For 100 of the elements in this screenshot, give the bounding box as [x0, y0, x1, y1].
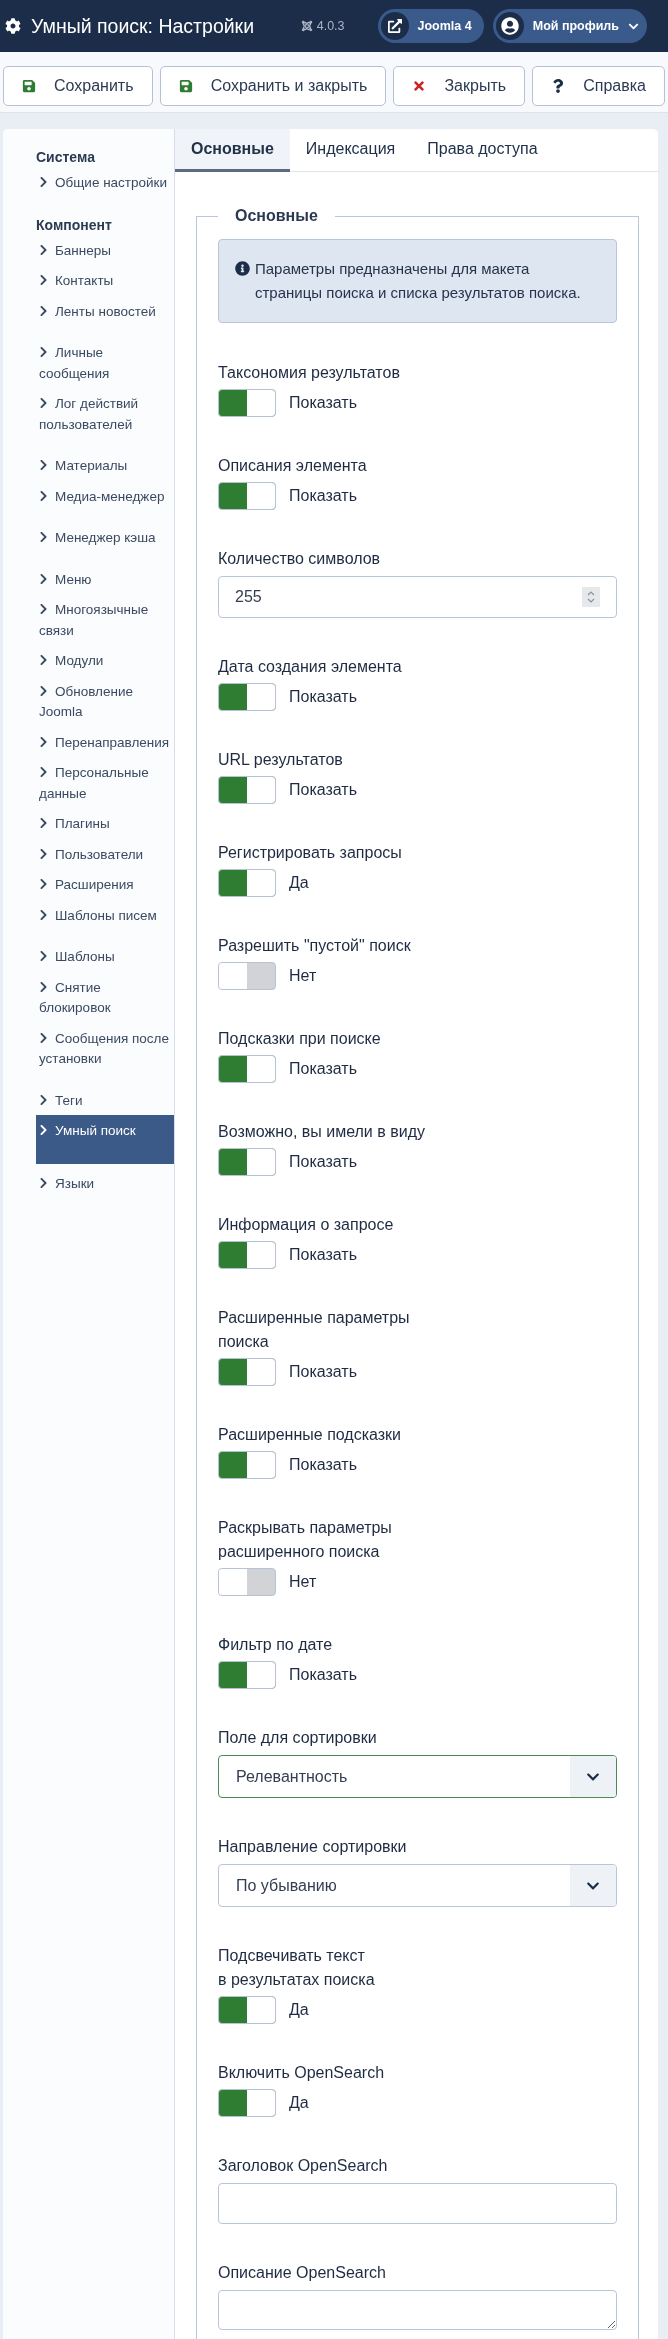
- sidebar-link[interactable]: Модули: [36, 651, 174, 672]
- toggle-value: Да: [289, 873, 309, 893]
- toggle-switch[interactable]: [218, 389, 276, 417]
- select-field[interactable]: По убыванию: [218, 1864, 617, 1907]
- toggle-value: Показать: [289, 687, 357, 707]
- toggle-switch[interactable]: [218, 482, 276, 510]
- profile-menu[interactable]: Мой профиль: [492, 9, 647, 43]
- toggle-switch[interactable]: [218, 1451, 276, 1479]
- info-icon: [235, 261, 250, 276]
- textarea-field[interactable]: [218, 2290, 617, 2330]
- chevron-right-icon: [39, 878, 48, 890]
- sidebar-link[interactable]: Обновление Joomla: [36, 681, 174, 723]
- toggle-switch[interactable]: [218, 2089, 276, 2117]
- toggle-switch[interactable]: [218, 1661, 276, 1689]
- sidebar-link[interactable]: Снятие блокировок: [36, 977, 174, 1019]
- external-link-icon: [380, 12, 409, 40]
- toggle-value: Показать: [289, 1152, 357, 1172]
- field-label: Возможно, вы имели в виду: [218, 1122, 425, 1142]
- toggle-switch[interactable]: [218, 1148, 276, 1176]
- sidebar-link[interactable]: Баннеры: [36, 240, 174, 261]
- close-icon: [412, 79, 427, 93]
- chevron-right-icon: [39, 766, 48, 778]
- chevron-right-icon: [39, 735, 48, 748]
- toggle-value: Нет: [289, 1572, 317, 1592]
- sidebar-link[interactable]: Расширения: [36, 875, 174, 896]
- text-field[interactable]: [218, 2183, 617, 2224]
- close-button[interactable]: Закрыть: [393, 66, 526, 106]
- save-button[interactable]: Сохранить: [3, 66, 153, 106]
- page-title: Умный поиск: Настройки: [31, 14, 255, 38]
- sidebar-link[interactable]: Медиа-менеджер: [36, 486, 174, 507]
- sidebar-link[interactable]: Менеджер кэша: [36, 528, 174, 549]
- toggle-value: Да: [289, 2000, 309, 2020]
- sidebar-heading: Система: [36, 148, 96, 167]
- tab[interactable]: Основные: [175, 129, 290, 172]
- number-field[interactable]: 255: [218, 576, 617, 618]
- toggle-switch[interactable]: [218, 1996, 276, 2024]
- sidebar-link[interactable]: Ленты новостей: [36, 301, 174, 322]
- sidebar-link[interactable]: Меню: [36, 569, 174, 590]
- question-mark-icon: [551, 79, 566, 93]
- sidebar-link[interactable]: Общие настройки: [36, 173, 174, 194]
- info-text: Параметры предназначены для макета страницы поиска и списка результатов поиска.: [255, 259, 582, 303]
- toggle-value: Показать: [289, 1455, 357, 1475]
- sidebar-link[interactable]: Плагины: [36, 814, 174, 835]
- select-field[interactable]: Релевантность: [218, 1755, 617, 1798]
- toggle-value: Показать: [289, 1245, 357, 1265]
- field-label: Подсвечивать текст в результатах поиска: [218, 1946, 375, 1990]
- field-label: Количество символов: [218, 549, 381, 569]
- chevron-right-icon: [39, 1176, 48, 1189]
- save-close-button[interactable]: Сохранить и закрыть: [159, 66, 387, 106]
- chevron-right-icon: [39, 531, 48, 543]
- field-label: Описание OpenSearch: [218, 2263, 386, 2283]
- field-label: Поле для сортировки: [218, 1728, 377, 1748]
- chevron-right-icon: [39, 950, 48, 962]
- toggle-switch[interactable]: [218, 776, 276, 804]
- help-button[interactable]: Справка: [532, 66, 665, 106]
- site-link[interactable]: Joomla 4: [377, 9, 484, 43]
- sidebar-link[interactable]: Языки: [36, 1173, 174, 1194]
- logo-icon: [300, 20, 313, 32]
- toggle-value: Нет: [289, 966, 317, 986]
- field-label: Включить OpenSearch: [218, 2063, 385, 2083]
- chevron-right-icon: [39, 397, 48, 409]
- user-icon: [495, 12, 524, 40]
- toggle-switch[interactable]: [218, 1055, 276, 1083]
- sidebar-link[interactable]: Контакты: [36, 271, 174, 292]
- toggle-switch[interactable]: [218, 869, 276, 897]
- sidebar-link[interactable]: Многоязычные связи: [36, 600, 174, 641]
- chevron-right-icon: [39, 304, 48, 317]
- sidebar-link[interactable]: Лог действий пользователей: [36, 394, 174, 435]
- tab[interactable]: Права доступа: [411, 129, 554, 172]
- toggle-switch[interactable]: [218, 1568, 276, 1596]
- sidebar-link[interactable]: Личные сообщения: [36, 343, 174, 384]
- field-label: Информация о запросе: [218, 1215, 394, 1235]
- sidebar-link[interactable]: Умный поиск: [36, 1115, 174, 1164]
- toggle-switch[interactable]: [218, 1358, 276, 1386]
- chevron-right-icon: [39, 654, 48, 666]
- toggle-switch[interactable]: [218, 683, 276, 711]
- sidebar-link[interactable]: Материалы: [36, 456, 174, 477]
- chevron-right-icon: [39, 817, 48, 829]
- sidebar-link[interactable]: Персональные данные: [36, 763, 174, 804]
- tab[interactable]: Индексация: [289, 129, 412, 172]
- toggle-value: Показать: [289, 1059, 357, 1079]
- field-label: Описания элемента: [218, 456, 367, 476]
- toggle-value: Показать: [289, 1665, 357, 1685]
- settings-icon: [5, 18, 21, 34]
- field-label: Направление сортировки: [218, 1837, 407, 1857]
- sidebar-link[interactable]: Сообщения после установки: [36, 1028, 174, 1070]
- toggle-switch[interactable]: [218, 1241, 276, 1269]
- chevron-right-icon: [39, 489, 48, 502]
- chevron-right-icon: [39, 1093, 48, 1106]
- sidebar-link[interactable]: Теги: [36, 1090, 174, 1111]
- sidebar-link[interactable]: Пользователи: [36, 844, 174, 865]
- field-label: Подсказки при поиске: [218, 1029, 381, 1049]
- chevron-right-icon: [39, 684, 48, 697]
- toggle-switch[interactable]: [218, 962, 276, 990]
- sidebar-link[interactable]: Шаблоны: [36, 947, 174, 968]
- spinner-icon[interactable]: [582, 587, 600, 607]
- sidebar-link[interactable]: Шаблоны писем: [36, 905, 174, 926]
- sidebar-link[interactable]: Перенаправления: [36, 732, 174, 753]
- toggle-value: Показать: [289, 780, 357, 800]
- field-label: Таксономия результатов: [218, 363, 400, 383]
